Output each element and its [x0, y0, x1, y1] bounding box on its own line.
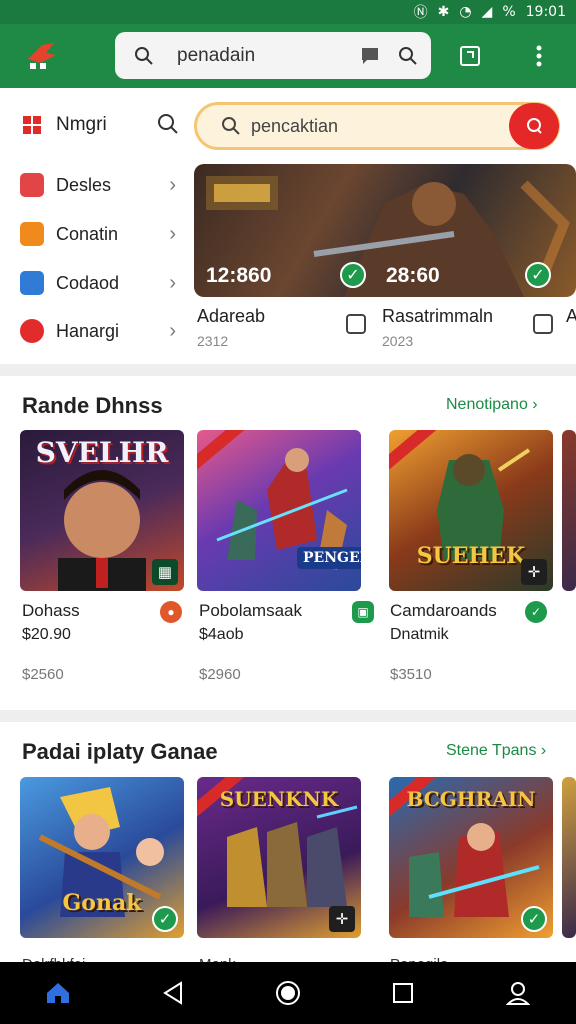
shield-icon: ✓	[525, 601, 547, 623]
game-card[interactable]: PENGER	[197, 430, 361, 591]
timer-right: 28:60	[386, 264, 440, 287]
featured-banner[interactable]: 12:860 ✓ 28:60 ✓	[194, 164, 576, 297]
bluetooth-icon: ✱	[437, 4, 450, 20]
game-card[interactable]: SVELHR ▦	[20, 430, 184, 591]
search-submit-icon[interactable]	[393, 41, 423, 71]
more-icon[interactable]	[524, 41, 554, 71]
search-icon	[221, 116, 241, 136]
menu-header-label: Nmgri	[56, 114, 107, 135]
game-price: $2960	[199, 666, 241, 683]
menu-item-label: Hanargi	[56, 320, 120, 341]
status-bar: Ⓝ ✱ ◔ ◢ % 19:01	[0, 0, 576, 24]
image-icon[interactable]	[533, 314, 553, 334]
chevron-right-icon: ›	[169, 173, 176, 196]
category-icon	[20, 271, 44, 295]
game-price: $3510	[390, 666, 432, 683]
back-icon[interactable]	[151, 971, 195, 1015]
check-icon: ✓	[152, 906, 178, 932]
game-cover-title: SVELHR	[35, 436, 169, 469]
check-icon: ✓	[525, 262, 551, 288]
category-icon	[20, 173, 44, 197]
app-bar: penadain	[0, 24, 576, 88]
section-more-link[interactable]: Nenotipano ›	[446, 396, 538, 414]
menu-item-desles[interactable]: Desles ›	[20, 168, 180, 202]
crosshair-badge-icon: ✛	[329, 906, 355, 932]
game-subtitle: $20.90	[22, 626, 71, 643]
grid-icon	[20, 113, 44, 137]
nfc-icon: Ⓝ	[413, 5, 428, 21]
top-search-bar[interactable]: penadain	[115, 32, 431, 79]
menu-item-codaod[interactable]: Codaod ›	[20, 266, 180, 300]
game-card[interactable]: SUENKNK ✛	[197, 777, 361, 938]
chevron-right-icon: ›	[169, 319, 176, 342]
game-subtitle: Dnatmik	[390, 626, 449, 643]
menu-item-label: Conatin	[56, 223, 119, 244]
category-menu: Nmgri Desles › Conatin › Codaod › Hanarg…	[0, 90, 186, 360]
system-nav-bar	[0, 962, 576, 1024]
chevron-right-icon: ›	[169, 271, 176, 294]
category-icon	[20, 319, 44, 343]
message-icon[interactable]	[355, 41, 385, 71]
game-price: $2560	[22, 666, 64, 683]
game-card[interactable]: BCGHRAIN ✓	[389, 777, 553, 938]
home-icon[interactable]	[36, 971, 80, 1015]
caption-name[interactable]: Rasatrimmaln	[382, 306, 493, 327]
image-icon[interactable]	[346, 314, 366, 334]
caption-name[interactable]: Adareab	[197, 306, 265, 327]
wifi-icon: ◔	[459, 4, 472, 20]
game-card-peek[interactable]	[562, 777, 576, 938]
app-logo[interactable]	[22, 36, 62, 76]
bag-icon: ▣	[352, 601, 374, 623]
menu-item-label: Codaod	[56, 272, 120, 293]
section-more-link[interactable]: Stene Tpans ›	[446, 742, 546, 760]
game-name[interactable]: Camdaroands	[390, 601, 497, 621]
signal-icon: ◢	[481, 4, 493, 20]
search-placeholder: pencaktian	[251, 115, 339, 136]
tag-icon: ●	[160, 601, 182, 623]
search-icon	[129, 41, 159, 71]
caption-name[interactable]: A	[566, 306, 576, 327]
game-name[interactable]: Dohass	[22, 601, 80, 621]
main-search-input[interactable]: pencaktian	[194, 102, 560, 150]
menu-item-hanargi[interactable]: Hanargi ›	[20, 314, 180, 348]
game-subtitle: $4aob	[199, 626, 244, 643]
caption-number: 2023	[382, 333, 414, 349]
caption-number: 2312	[197, 333, 229, 349]
menu-search-icon[interactable]	[156, 112, 180, 142]
grid-badge-icon: ▦	[152, 559, 178, 585]
check-icon: ✓	[340, 262, 366, 288]
game-card[interactable]: Gonak ✓	[20, 777, 184, 938]
section-title: Rande Dhnss	[22, 393, 163, 418]
game-name[interactable]: Pobolamsaak	[199, 601, 302, 621]
game-card[interactable]: SUEHEK ✛	[389, 430, 553, 591]
account-icon[interactable]	[496, 971, 540, 1015]
search-go-button[interactable]	[509, 103, 559, 149]
top-search-text: penadain	[177, 44, 256, 66]
battery-label: %	[502, 4, 516, 20]
category-icon	[20, 222, 44, 246]
chevron-right-icon: ›	[169, 222, 176, 245]
section-divider	[0, 710, 576, 722]
menu-item-conatin[interactable]: Conatin ›	[20, 217, 180, 251]
check-icon: ✓	[521, 906, 547, 932]
timer-left: 12:860	[206, 264, 272, 287]
game-cover-title: SUENKNK	[219, 787, 339, 811]
game-cover-title: PENGER	[297, 547, 361, 569]
menu-header[interactable]: Nmgri	[20, 110, 186, 140]
menu-item-label: Desles	[56, 174, 112, 195]
home-circle-icon[interactable]	[266, 971, 310, 1015]
recents-icon[interactable]	[381, 971, 425, 1015]
game-card-peek[interactable]	[562, 430, 576, 591]
library-icon[interactable]	[455, 41, 485, 71]
section-title: Padai iplaty Ganae	[22, 739, 218, 764]
clock: 19:01	[525, 4, 566, 20]
crosshair-badge-icon: ✛	[521, 559, 547, 585]
game-cover-title: BCGHRAIN	[406, 787, 536, 811]
section-divider	[0, 364, 576, 376]
